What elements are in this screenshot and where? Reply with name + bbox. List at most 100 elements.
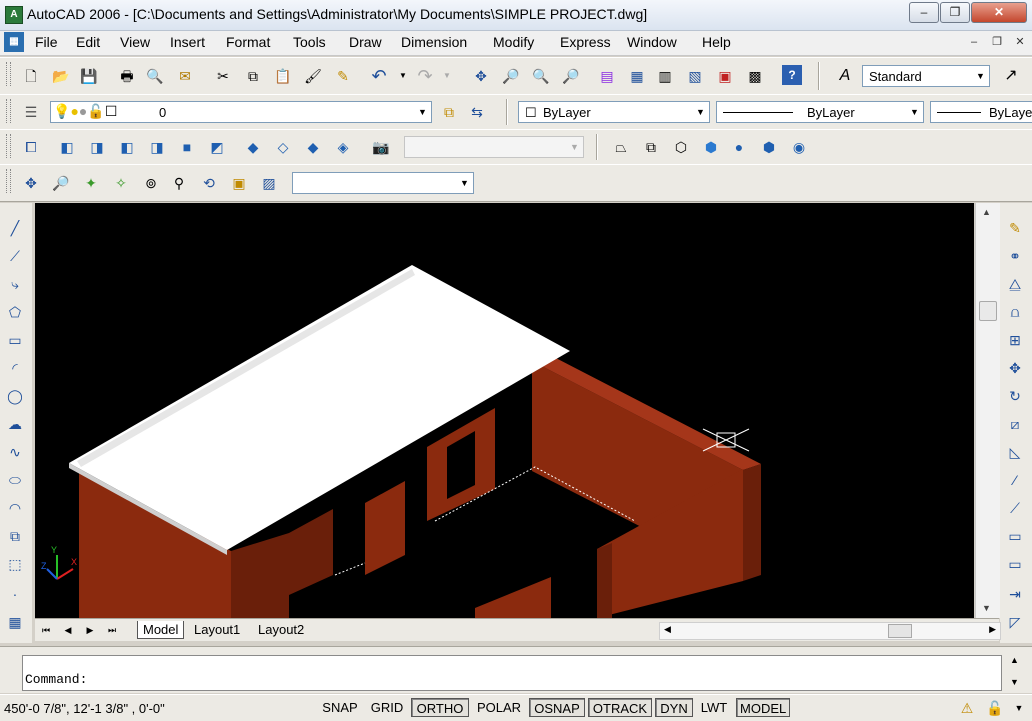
autocad-app-icon[interactable]: A [5,6,23,24]
scroll-up-icon[interactable]: ▲ [1010,655,1019,665]
back-view-icon[interactable]: ◩ [206,136,228,158]
circle-icon[interactable]: ◯ [4,385,26,407]
2d-wireframe-icon[interactable]: ⏢ [610,136,632,158]
color-control-dropdown[interactable]: ☐ ByLayer ▼ [518,101,710,123]
document-icon[interactable]: ▦ [4,32,24,52]
scroll-down-icon[interactable]: ▼ [982,603,991,613]
menu-format[interactable]: Format [226,34,270,50]
layer-dropdown[interactable]: 💡●●🔓☐ 0 ▼ [50,101,432,123]
doc-minimize-button[interactable]: – [966,35,982,50]
command-line[interactable]: Command: [22,655,1002,691]
close-button[interactable]: ✕ [971,2,1027,23]
rectangle-icon[interactable]: ▭ [4,329,26,351]
sw-isometric-icon[interactable]: ◆ [242,136,264,158]
right-view-icon[interactable]: ◨ [146,136,168,158]
redo-dropdown-icon[interactable]: ▼ [436,65,458,87]
open-icon[interactable]: 📂 [50,65,72,87]
3d-continuous-orbit-icon[interactable]: ✧ [110,172,132,194]
scroll-right-icon[interactable]: ▶ [989,624,996,635]
make-block-icon[interactable]: ⬚ [4,553,26,575]
save-icon[interactable]: 💾 [78,65,100,87]
menu-edit[interactable]: Edit [76,34,100,50]
scroll-up-icon[interactable]: ▲ [982,207,991,217]
communication-center-icon[interactable]: ⚠ [956,697,978,719]
plot-icon[interactable]: 🖶 [116,65,138,87]
text-style-dropdown[interactable]: Standard ▼ [862,65,990,87]
dyn-toggle[interactable]: DYN [655,698,693,717]
design-center-icon[interactable]: ▦ [626,65,648,87]
scroll-down-icon[interactable]: ▼ [1010,677,1019,687]
named-views-icon[interactable]: ⧠ [20,136,42,158]
dimension-style-icon[interactable]: ↗ [1000,65,1022,87]
3d-swivel-icon[interactable]: ⟲ [198,172,220,194]
ne-isometric-icon[interactable]: ◆ [302,136,324,158]
layer-manager-icon[interactable]: ☰ [20,101,42,123]
construction-line-icon[interactable]: ⟋ [4,245,26,267]
first-tab-icon[interactable]: ⏮ [37,622,55,638]
erase-icon[interactable]: ✎ [1004,217,1026,239]
menu-insert[interactable]: Insert [170,34,205,50]
chevron-down-icon[interactable]: ▼ [414,102,431,122]
tab-model[interactable]: Model [137,621,185,639]
menu-file[interactable]: File [35,34,58,50]
3d-distance-icon[interactable]: ⚲ [168,172,190,194]
toolbar-lock-icon[interactable]: 🔓 [984,697,1006,719]
previous-tab-icon[interactable]: ◀ [59,622,77,638]
osnap-toggle[interactable]: OSNAP [529,698,585,717]
vertical-scrollbar[interactable]: ▲ ▼ [975,203,1000,618]
se-isometric-icon[interactable]: ◇ [272,136,294,158]
arc-icon[interactable]: ◜ [4,357,26,379]
flat-shaded-edges-icon[interactable]: ⬢ [758,136,780,158]
otrack-toggle[interactable]: OTRACK [588,698,652,717]
nw-isometric-icon[interactable]: ◈ [332,136,354,158]
minimize-button[interactable]: – [909,2,939,23]
camera-icon[interactable]: 📷 [370,136,392,158]
last-tab-icon[interactable]: ⏭ [103,622,121,638]
chevron-down-icon[interactable]: ▼ [972,66,989,86]
layer-previous-icon[interactable]: ⇆ [466,101,488,123]
mirror-icon[interactable]: ⧋ [1004,273,1026,295]
top-view-icon[interactable]: ◧ [56,136,78,158]
zoom-window-icon[interactable]: 🔍 [530,65,552,87]
ellipse-arc-icon[interactable]: ◠ [4,497,26,519]
gouraud-edges-icon[interactable]: ◉ [788,136,810,158]
plot-preview-icon[interactable]: 🔍 [144,65,166,87]
stretch-icon[interactable]: ◺ [1004,441,1026,463]
snap-toggle[interactable]: SNAP [318,698,362,717]
model-toggle[interactable]: MODEL [736,698,790,717]
scrollbar-thumb[interactable] [888,624,912,638]
make-object-layer-current-icon[interactable]: ⧉ [438,101,460,123]
undo-icon[interactable]: ↶ [368,65,390,87]
toolbar-grip[interactable] [6,169,11,193]
menu-tools[interactable]: Tools [293,34,326,50]
match-properties-icon[interactable]: 🖌 [302,65,324,87]
tool-palettes-icon[interactable]: ▥ [654,65,676,87]
tab-layout1[interactable]: Layout1 [189,621,245,638]
new-icon[interactable]: 🗋 [20,65,42,87]
undo-dropdown-icon[interactable]: ▼ [392,65,414,87]
ortho-toggle[interactable]: ORTHO [411,698,469,717]
hatch-icon[interactable]: ▦ [4,611,26,633]
insert-block-icon[interactable]: ⧉ [4,525,26,547]
break-at-point-icon[interactable]: ▭ [1004,525,1026,547]
doc-restore-button[interactable]: ❐ [989,35,1005,50]
grid-toggle[interactable]: GRID [366,698,408,717]
join-icon[interactable]: ⇥ [1004,583,1026,605]
chevron-down-icon[interactable]: ▼ [692,102,709,122]
zoom-dropdown[interactable]: ▼ [292,172,474,194]
lineweight-control-dropdown[interactable]: ByLayer [930,101,1032,123]
menu-window[interactable]: Window [627,34,677,50]
chevron-down-icon[interactable]: ▼ [906,102,923,122]
polar-toggle[interactable]: POLAR [472,698,526,717]
tab-layout2[interactable]: Layout2 [253,621,309,638]
doc-close-button[interactable]: ✕ [1012,35,1028,50]
bottom-view-icon[interactable]: ◨ [86,136,108,158]
chamfer-icon[interactable]: ◸ [1004,611,1026,633]
array-icon[interactable]: ⊞ [1004,329,1026,351]
3d-front-clip-icon[interactable]: ▨ [258,172,280,194]
text-style-icon[interactable]: A [834,65,856,87]
offset-icon[interactable]: ⩍ [1004,301,1026,323]
zoom-icon[interactable]: 🔎 [50,172,72,194]
sun-icon[interactable]: ● [70,103,78,119]
sheet-set-manager-icon[interactable]: ▧ [684,65,706,87]
